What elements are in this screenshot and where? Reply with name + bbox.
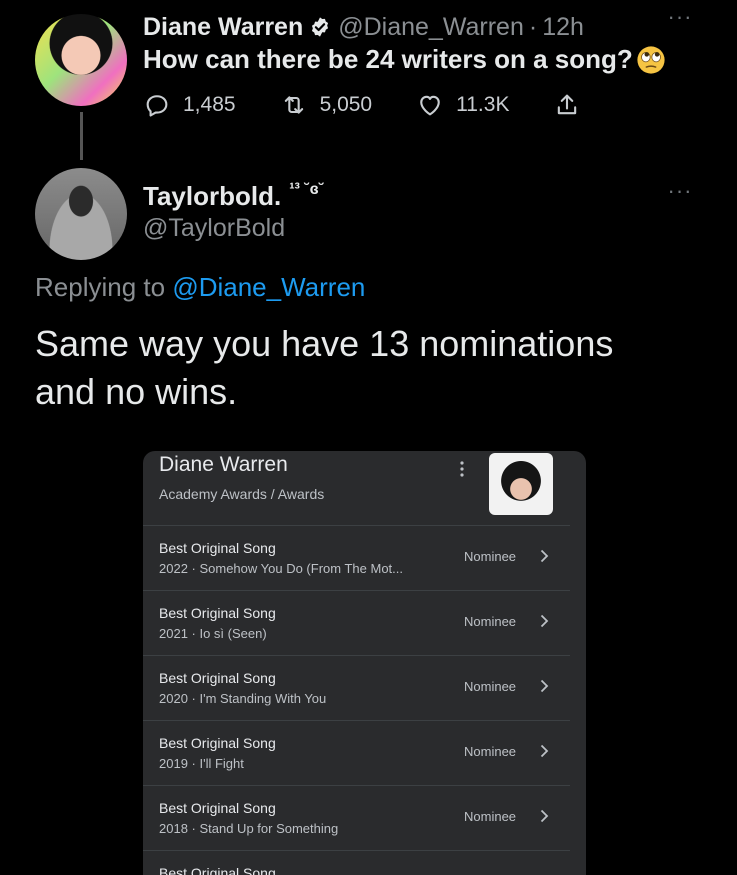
diane-warren-avatar[interactable] <box>35 14 127 106</box>
chevron-right-icon <box>540 679 549 693</box>
award-row: Best Original Song 2018 · Stand Up for S… <box>143 785 570 850</box>
award-year-song: 2020 · I'm Standing With You <box>159 691 327 706</box>
name-badge: ¹³ ˘ɞ˘ <box>289 181 325 198</box>
reply-button[interactable]: 1,485 <box>143 91 236 119</box>
award-status: Nominee <box>464 549 517 564</box>
reply-author-name[interactable]: Taylorbold. <box>143 181 281 212</box>
more-options-icon[interactable]: ··· <box>664 6 696 32</box>
reply-text: Same way you have 13 nominations and no … <box>35 323 614 412</box>
retweet-icon <box>284 96 303 114</box>
reply-author-handle[interactable]: @TaylorBold <box>143 214 285 243</box>
award-category: Best Original Song <box>159 800 276 816</box>
award-category: Best Original Song <box>159 865 276 875</box>
like-button[interactable]: 11.3K <box>416 91 509 119</box>
reply-count: 1,485 <box>183 93 236 116</box>
award-status: Nominee <box>464 614 517 629</box>
author-handle[interactable]: @Diane_Warren <box>338 13 524 42</box>
heart-icon <box>420 95 440 116</box>
award-row: Best Original Song <box>143 850 570 875</box>
reply-header: Taylorbold. ¹³ ˘ɞ˘ <box>143 178 324 214</box>
retweet-button[interactable]: 5,050 <box>280 91 373 119</box>
card-title: Diane Warren <box>159 453 288 476</box>
face-with-rolling-eyes-emoji-icon <box>637 45 665 74</box>
award-category: Best Original Song <box>159 540 276 556</box>
award-year-song: 2021 · Io sì (Seen) <box>159 626 267 641</box>
replying-to-handle-link[interactable]: @Diane_Warren <box>172 272 365 302</box>
thread-connector-line <box>80 112 83 160</box>
chevron-right-icon <box>540 549 549 563</box>
award-year-song: 2022 · Somehow You Do (From The Mot... <box>159 561 403 576</box>
award-status: Nominee <box>464 679 517 694</box>
share-button[interactable] <box>553 91 581 119</box>
award-row: Best Original Song 2022 · Somehow You Do… <box>143 525 570 590</box>
award-status: Nominee <box>464 744 517 759</box>
tweet-header: Diane Warren @Diane_Warren · 12h <box>143 10 584 44</box>
replying-to-label: Replying to <box>35 272 166 302</box>
award-row: Best Original Song 2020 · I'm Standing W… <box>143 655 570 720</box>
tweet-text: How can there be 24 writers on a song? <box>143 44 666 75</box>
reply-icon <box>146 95 168 117</box>
like-count: 11.3K <box>456 93 510 116</box>
award-row: Best Original Song 2021 · Io sì (Seen) N… <box>143 590 570 655</box>
award-year-song: 2019 · I'll Fight <box>159 756 244 771</box>
diane-warren-photo <box>489 453 553 515</box>
award-category: Best Original Song <box>159 735 276 751</box>
tweet-timestamp[interactable]: 12h <box>542 13 584 42</box>
share-icon <box>558 94 577 115</box>
awards-screenshot-card: Diane Warren Academy Awards / Awards Bes… <box>143 451 586 875</box>
replying-to-line: Replying to @Diane_Warren <box>35 272 365 303</box>
verified-badge-icon <box>312 17 329 37</box>
retweet-count: 5,050 <box>319 93 373 116</box>
chevron-right-icon <box>540 744 549 758</box>
tweet-actions: 1,485 5,050 11.3K <box>143 88 625 122</box>
chevron-right-icon <box>540 614 549 628</box>
tweet-text-content: How can there be 24 writers on a song? <box>143 44 633 74</box>
chevron-right-icon <box>540 809 549 823</box>
award-category: Best Original Song <box>159 670 276 686</box>
award-row: Best Original Song 2019 · I'll Fight Nom… <box>143 720 570 785</box>
award-category: Best Original Song <box>159 605 276 621</box>
vertical-dots-menu-icon <box>460 461 464 477</box>
original-tweet: Diane Warren @Diane_Warren · 12h ··· How… <box>0 0 737 160</box>
separator-dot: · <box>528 12 538 41</box>
reply-more-options-icon[interactable]: ··· <box>664 180 696 206</box>
author-name[interactable]: Diane Warren <box>143 13 303 42</box>
award-year-song: 2018 · Stand Up for Something <box>159 821 339 836</box>
taylorbold-avatar[interactable] <box>35 168 127 260</box>
card-subtitle: Academy Awards / Awards <box>159 486 325 502</box>
award-status: Nominee <box>464 809 517 824</box>
